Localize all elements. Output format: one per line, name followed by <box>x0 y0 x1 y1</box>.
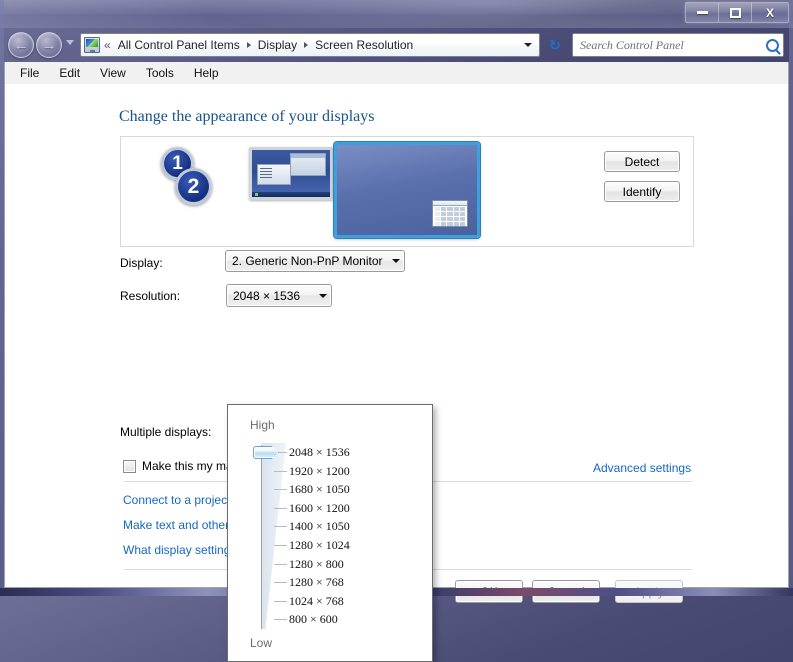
resolution-dropdown-popup[interactable]: High 2048 × 15361920 × 12001680 × 105016… <box>227 404 433 662</box>
detect-button[interactable]: Detect <box>604 151 680 172</box>
search-icon <box>766 39 779 52</box>
calendar-grid <box>435 207 465 224</box>
close-button[interactable]: X <box>752 3 788 22</box>
chevron-down-icon <box>392 259 400 263</box>
multiple-displays-label: Multiple displays: <box>120 425 211 439</box>
calendar-icon <box>432 200 468 227</box>
close-icon: X <box>766 6 774 20</box>
forward-arrow-icon: → <box>42 38 57 53</box>
breadcrumb-separator-icon[interactable] <box>247 42 251 48</box>
maximize-icon <box>730 8 741 18</box>
resolution-option[interactable]: 1400 × 1050 <box>283 517 428 536</box>
minimize-icon <box>697 11 708 14</box>
resolution-option[interactable]: 800 × 600 <box>283 610 428 629</box>
monitor-1-thumbnail[interactable] <box>249 147 333 200</box>
dropdown-high-label: High <box>250 418 275 432</box>
breadcrumb-all-control-panel-items[interactable]: All Control Panel Items <box>115 37 243 53</box>
advanced-settings-link[interactable]: Advanced settings <box>593 461 691 475</box>
content-area: Change the appearance of your displays 1 <box>4 84 789 588</box>
menu-help[interactable]: Help <box>185 63 228 83</box>
address-dropdown-button[interactable] <box>519 34 537 56</box>
menu-tools[interactable]: Tools <box>137 63 183 83</box>
resolution-option[interactable]: 1280 × 800 <box>283 555 428 574</box>
navigation-bar: ← → « All Control Panel Items Display Sc… <box>0 28 793 62</box>
forward-button[interactable]: → <box>36 32 62 58</box>
display-select-value: 2. Generic Non-PnP Monitor <box>232 254 386 268</box>
resolution-option[interactable]: 1920 × 1200 <box>283 462 428 481</box>
resolution-select[interactable]: 2048 × 1536 <box>226 284 332 307</box>
title-bar: X <box>0 0 793 28</box>
chevron-down-icon <box>524 43 532 47</box>
monitor-1-taskbar <box>252 192 330 197</box>
resolution-option[interactable]: 1600 × 1200 <box>283 499 428 518</box>
monitor-1-window-b <box>257 164 291 185</box>
resolution-option[interactable]: 1024 × 768 <box>283 592 428 611</box>
screen-resolution-window: X ← → « All Control Panel Items Display … <box>0 0 793 596</box>
recent-pages-chevron-down-icon[interactable] <box>66 40 74 45</box>
refresh-icon: ↻ <box>549 37 561 54</box>
breadcrumb-separator-icon[interactable] <box>304 42 308 48</box>
identify-button[interactable]: Identify <box>604 181 680 202</box>
display-label: Display: <box>120 256 163 270</box>
monitor-1-tray-dot <box>255 193 258 196</box>
display-preview-panel: 1 2 Detect Identify <box>120 136 694 247</box>
display-select[interactable]: 2. Generic Non-PnP Monitor <box>225 250 405 272</box>
minimize-button[interactable] <box>686 3 719 22</box>
menu-bar: File Edit View Tools Help <box>4 62 789 84</box>
control-panel-display-icon <box>84 37 100 53</box>
resolution-select-value: 2048 × 1536 <box>233 289 313 303</box>
resolution-option[interactable]: 2048 × 1536 <box>283 443 428 462</box>
maximize-button[interactable] <box>719 3 752 22</box>
connect-to-projector-link[interactable]: Connect to a projector <box>123 493 241 507</box>
menu-file[interactable]: File <box>11 63 48 83</box>
menu-view[interactable]: View <box>91 63 135 83</box>
search-box[interactable]: Search Control Panel <box>572 33 784 57</box>
resolution-option[interactable]: 1280 × 1024 <box>283 536 428 555</box>
refresh-button[interactable]: ↻ <box>544 34 566 56</box>
menu-edit[interactable]: Edit <box>50 63 89 83</box>
breadcrumb-screen-resolution[interactable]: Screen Resolution <box>312 37 416 53</box>
monitor-2-thumbnail[interactable] <box>334 142 480 238</box>
window-controls: X <box>685 2 789 23</box>
back-arrow-icon: ← <box>14 38 29 53</box>
search-placeholder: Search Control Panel <box>580 38 684 53</box>
chevron-down-icon <box>319 294 327 298</box>
resolution-label: Resolution: <box>120 289 180 303</box>
breadcrumb-overflow-icon[interactable]: « <box>102 38 115 52</box>
breadcrumb-display[interactable]: Display <box>255 37 300 53</box>
resolution-option[interactable]: 1680 × 1050 <box>283 480 428 499</box>
monitor-1-window-a <box>290 153 326 176</box>
dropdown-low-label: Low <box>250 636 272 650</box>
main-display-checkbox[interactable] <box>123 460 136 473</box>
slider-track[interactable] <box>261 445 262 629</box>
resolution-option[interactable]: 1280 × 768 <box>283 573 428 592</box>
back-button[interactable]: ← <box>8 32 34 58</box>
address-bar[interactable]: « All Control Panel Items Display Screen… <box>80 33 540 57</box>
monitor-2-number-badge: 2 <box>175 168 212 205</box>
resolution-option-list[interactable]: 2048 × 15361920 × 12001680 × 10501600 × … <box>283 443 428 629</box>
page-title: Change the appearance of your displays <box>119 108 374 126</box>
